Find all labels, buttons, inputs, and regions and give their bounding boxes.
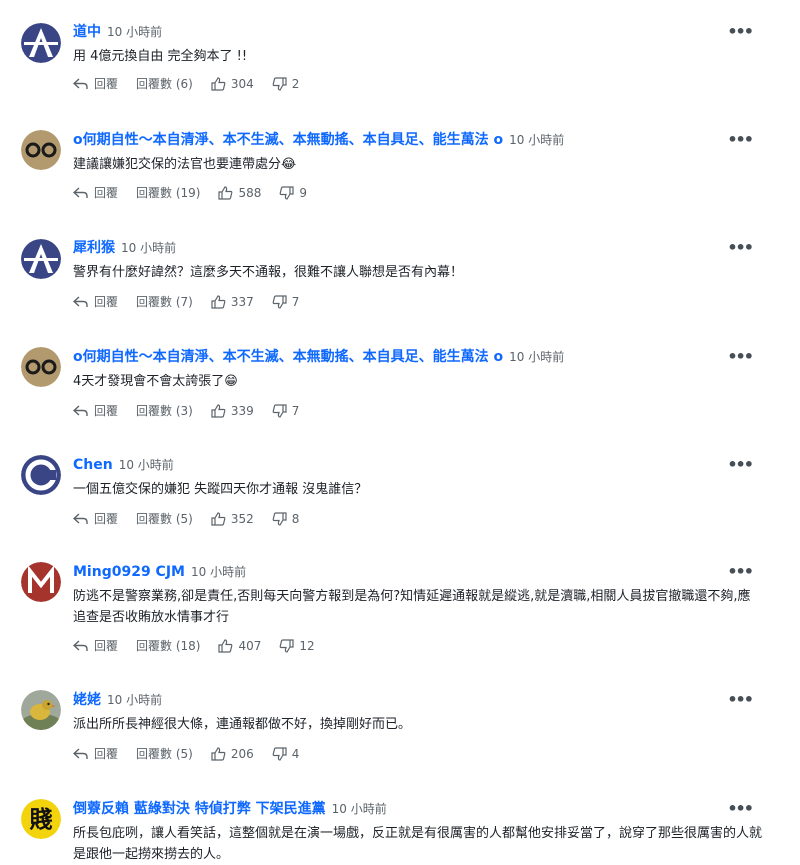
timestamp: 10 小時前 (509, 350, 565, 364)
more-options-icon[interactable]: ••• (727, 24, 754, 40)
author-name[interactable]: o何期自性～本自清淨、本不生滅、本無動搖、本自具足、能生萬法 o 10 小時前 (73, 347, 564, 367)
timestamp: 10 小時前 (190, 565, 247, 579)
comment-actions: 回覆 回覆數 (5) 206 4 (73, 745, 299, 762)
comment-text: 一個五億交保的嫌犯 失蹤四天你才通報 沒鬼誰信？ (73, 482, 368, 497)
thumbs-up-icon (218, 185, 233, 200)
reply-icon (73, 77, 88, 89)
comment-text: 建議讓嫌犯交保的法官也要連帶處分😂 (73, 157, 297, 172)
replies-count-button[interactable]: 回覆數 (18) (136, 637, 200, 654)
avatar[interactable] (21, 455, 61, 495)
more-options-icon[interactable]: ••• (727, 240, 754, 256)
reply-icon (73, 186, 88, 198)
thumbs-up-icon (211, 511, 226, 526)
more-options-icon[interactable]: ••• (727, 564, 754, 580)
author-name[interactable]: 倒藔反賴 藍綠對決 特偵打弊 下架民進黨 10 小時前 (73, 799, 387, 819)
thumbs-up-icon (211, 294, 226, 309)
timestamp: 10 小時前 (509, 133, 565, 147)
thumbs-up-button[interactable]: 339 (211, 404, 254, 418)
timestamp: 10 小時前 (107, 693, 163, 707)
more-options-icon[interactable]: ••• (727, 801, 754, 817)
thumbs-down-icon (272, 76, 287, 91)
thumbs-down-button[interactable]: 12 (279, 638, 315, 653)
thumbs-down-icon (272, 294, 287, 309)
thumbs-up-icon (211, 76, 226, 91)
reply-icon (73, 747, 88, 759)
more-options-icon[interactable]: ••• (727, 457, 754, 473)
thumbs-up-icon (211, 403, 226, 418)
author-name[interactable]: 犀利猴 10 小時前 (73, 238, 176, 258)
comment-actions: 回覆 回覆數 (3) 339 7 (73, 402, 299, 419)
avatar[interactable] (21, 23, 61, 63)
timestamp: 10 小時前 (107, 25, 163, 39)
thumbs-up-button[interactable]: 407 (218, 639, 261, 653)
reply-button[interactable]: 回覆 (73, 745, 118, 762)
thumbs-up-icon (211, 746, 226, 761)
avatar[interactable] (21, 130, 61, 170)
author-name[interactable]: o何期自性～本自清淨、本不生滅、本無動搖、本自具足、能生萬法 o 10 小時前 (73, 130, 564, 150)
thumbs-down-icon (280, 638, 294, 653)
author-name[interactable]: Ming0929 CJM 10 小時前 (73, 562, 246, 582)
thumbs-down-icon (272, 511, 287, 526)
comment-list: 道中 10 小時前 ••• 用 4億元換自由 完全夠本了 !! 回覆 回覆數 (6… (0, 0, 800, 863)
reply-icon (73, 295, 88, 307)
thumbs-up-button[interactable]: 206 (211, 747, 254, 761)
more-options-icon[interactable]: ••• (727, 132, 754, 148)
comment-text: 防逃不是警察業務,卻是責任,否則每天向警方報到是為何?知情延遲通報就是縱逃,就是… (73, 589, 751, 625)
replies-count-button[interactable]: 回覆數 (6) (136, 75, 193, 92)
avatar[interactable] (21, 239, 61, 279)
author-name[interactable]: 道中 10 小時前 (73, 22, 162, 42)
timestamp: 10 小時前 (121, 241, 177, 255)
comment-actions: 回覆 回覆數 (7) 337 7 (73, 293, 299, 310)
avatar[interactable] (21, 690, 61, 730)
comment-text: 4天才發現會不會太誇張了😁 (73, 374, 238, 389)
comment-actions: 回覆 回覆數 (6) 304 2 (73, 75, 299, 92)
timestamp: 10 小時前 (118, 458, 174, 472)
more-options-icon[interactable]: ••• (727, 349, 754, 365)
thumbs-down-icon (272, 403, 287, 418)
thumbs-down-icon (272, 746, 287, 761)
avatar-stamp-char: 賤 (30, 807, 53, 833)
author-name[interactable]: Chen 10 小時前 (73, 455, 174, 475)
thumbs-down-button[interactable]: 7 (272, 294, 299, 309)
thumbs-up-button[interactable]: 352 (211, 512, 254, 526)
thumbs-down-button[interactable]: 8 (272, 511, 299, 526)
replies-count-button[interactable]: 回覆數 (19) (136, 184, 200, 201)
replies-count-button[interactable]: 回覆數 (3) (136, 402, 193, 419)
timestamp: 10 小時前 (331, 802, 387, 816)
reply-icon (73, 639, 88, 651)
comment-text: 用 4億元換自由 完全夠本了 !! (73, 49, 248, 64)
comment-text: 警界有什麼好諱然？這麼多天不通報，很難不讓人聯想是否有內幕！ (73, 265, 464, 280)
replies-count-button[interactable]: 回覆數 (7) (136, 293, 193, 310)
comment-actions: 回覆 回覆數 (5) 352 8 (73, 510, 299, 527)
thumbs-up-button[interactable]: 588 (218, 186, 261, 200)
reply-icon (73, 512, 88, 524)
thumbs-down-icon (280, 185, 294, 200)
reply-button[interactable]: 回覆 (73, 75, 118, 92)
avatar[interactable]: 賤 (21, 799, 61, 839)
replies-count-button[interactable]: 回覆數 (5) (136, 510, 193, 527)
avatar[interactable] (21, 347, 61, 387)
author-name[interactable]: 姥姥 10 小時前 (73, 690, 162, 710)
more-options-icon[interactable]: ••• (727, 692, 754, 708)
reply-button[interactable]: 回覆 (73, 293, 118, 310)
reply-button[interactable]: 回覆 (73, 637, 118, 654)
thumbs-down-button[interactable]: 2 (272, 76, 299, 91)
comment-actions: 回覆 回覆數 (18) 407 12 (73, 637, 315, 654)
replies-count-button[interactable]: 回覆數 (5) (136, 745, 193, 762)
thumbs-up-button[interactable]: 304 (211, 77, 254, 91)
thumbs-down-button[interactable]: 7 (272, 403, 299, 418)
reply-button[interactable]: 回覆 (73, 184, 118, 201)
reply-icon (73, 404, 88, 416)
comment-text: 所長包庇咧，讓人看笑話，這整個就是在演一場戲，反正就是有很厲害的人都幫他安排妥當… (73, 826, 763, 862)
thumbs-down-button[interactable]: 4 (272, 746, 299, 761)
thumbs-up-icon (218, 638, 233, 653)
reply-button[interactable]: 回覆 (73, 510, 118, 527)
comment-text: 派出所所長神經很大條，連通報都做不好，換掉剛好而已。 (73, 717, 412, 732)
thumbs-down-button[interactable]: 9 (279, 186, 307, 200)
comment-actions: 回覆 回覆數 (19) 588 9 (73, 184, 307, 201)
reply-button[interactable]: 回覆 (73, 402, 118, 419)
thumbs-up-button[interactable]: 337 (211, 295, 254, 309)
avatar[interactable] (21, 562, 61, 602)
